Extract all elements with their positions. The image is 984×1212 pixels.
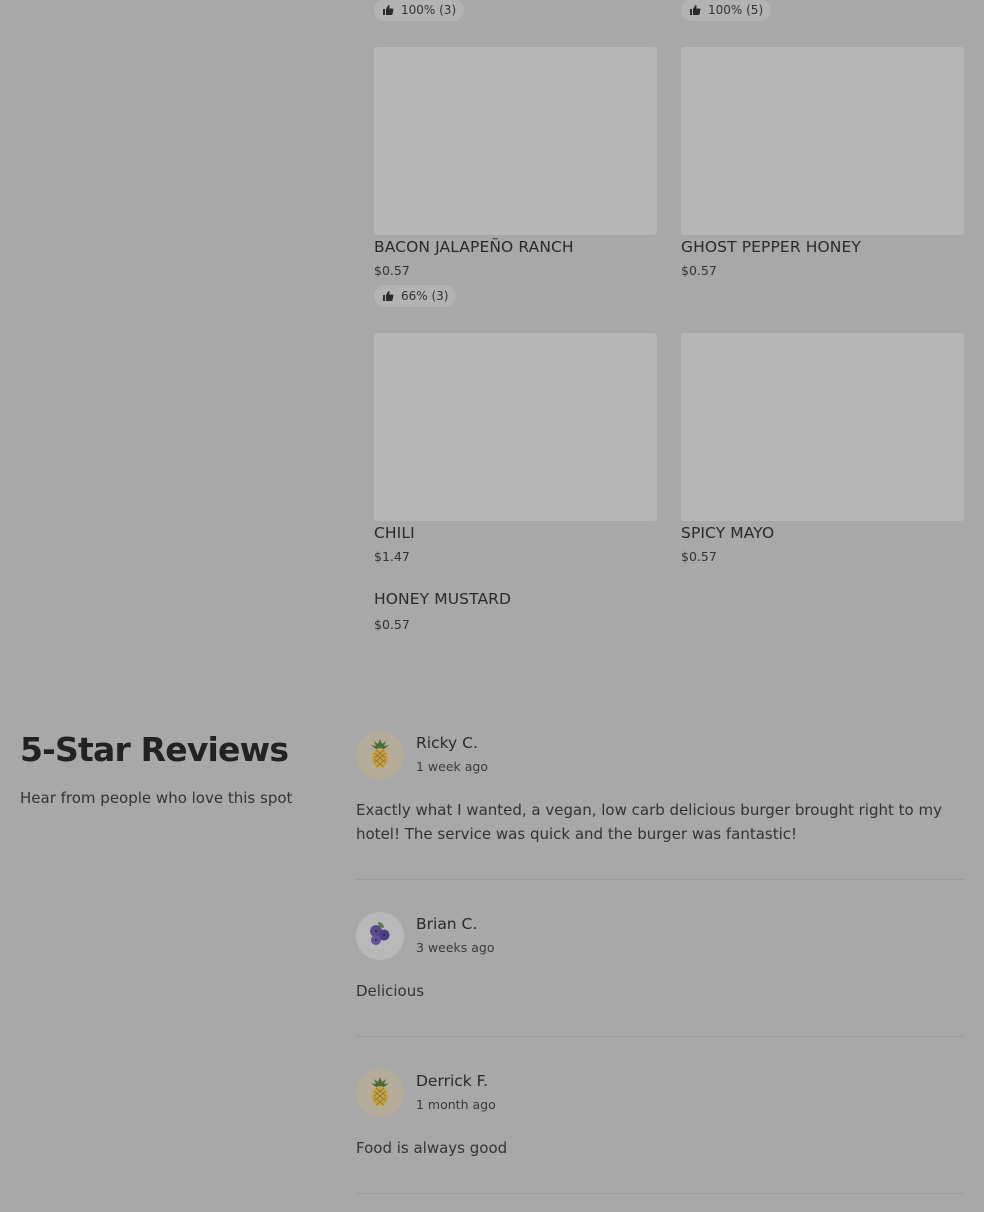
review-card: Derrick F. 1 month ago Food is always go…	[356, 1069, 964, 1195]
menu-item-image[interactable]	[681, 47, 964, 235]
review-time: 1 week ago	[416, 759, 488, 774]
menu-item-name[interactable]: CHILI	[374, 524, 415, 542]
reviews-title: 5-Star Reviews	[20, 730, 289, 769]
thumbs-up-icon	[689, 4, 701, 16]
review-time: 1 month ago	[416, 1097, 496, 1112]
menu-item-image[interactable]	[681, 333, 964, 521]
menu-item-price: $0.57	[374, 617, 410, 632]
rating-badge: 100% (3)	[374, 0, 465, 21]
menu-item-name[interactable]: HONEY MUSTARD	[374, 590, 511, 608]
page: 100% (3) 100% (5) BACON JALAPEÑO RANCH $…	[0, 0, 984, 1212]
reviews-subtitle: Hear from people who love this spot	[20, 789, 293, 807]
menu-item-price: $1.47	[374, 549, 410, 564]
menu-item-image[interactable]	[374, 47, 657, 235]
divider	[356, 1036, 964, 1037]
pineapple-icon	[366, 1075, 394, 1111]
menu-item-image[interactable]	[374, 333, 657, 521]
review-card: Ricky C. 1 week ago Exactly what I wante…	[356, 731, 964, 881]
review-time: 3 weeks ago	[416, 940, 495, 955]
rating-badge: 100% (5)	[681, 0, 772, 21]
review-text: Exactly what I wanted, a vegan, low carb…	[356, 801, 942, 843]
thumbs-up-icon	[382, 290, 394, 302]
menu-item-name[interactable]: BACON JALAPEÑO RANCH	[374, 238, 574, 256]
menu-item-name[interactable]: SPICY MAYO	[681, 524, 774, 542]
reviewer-name: Ricky C.	[416, 734, 478, 752]
review-card: Brian C. 3 weeks ago Delicious	[356, 912, 964, 1038]
avatar	[356, 912, 404, 960]
menu-item-price: $0.57	[374, 263, 410, 278]
rating-text: 100% (5)	[708, 3, 764, 17]
review-text: Delicious	[356, 982, 425, 1000]
rating-text: 100% (3)	[401, 3, 457, 17]
divider	[356, 1193, 964, 1194]
review-text: Food is always good	[356, 1139, 508, 1157]
pineapple-icon	[366, 737, 394, 773]
avatar	[356, 1069, 404, 1117]
menu-item-name[interactable]: GHOST PEPPER HONEY	[681, 238, 861, 256]
menu-item-price: $0.57	[681, 263, 717, 278]
blueberries-icon	[365, 919, 395, 953]
rating-text: 66% (3)	[401, 289, 449, 303]
reviewer-name: Brian C.	[416, 915, 478, 933]
reviewer-name: Derrick F.	[416, 1072, 489, 1090]
avatar	[356, 731, 404, 779]
rating-badge: 66% (3)	[374, 285, 457, 307]
thumbs-up-icon	[382, 4, 394, 16]
menu-item-price: $0.57	[681, 549, 717, 564]
divider	[356, 879, 964, 880]
